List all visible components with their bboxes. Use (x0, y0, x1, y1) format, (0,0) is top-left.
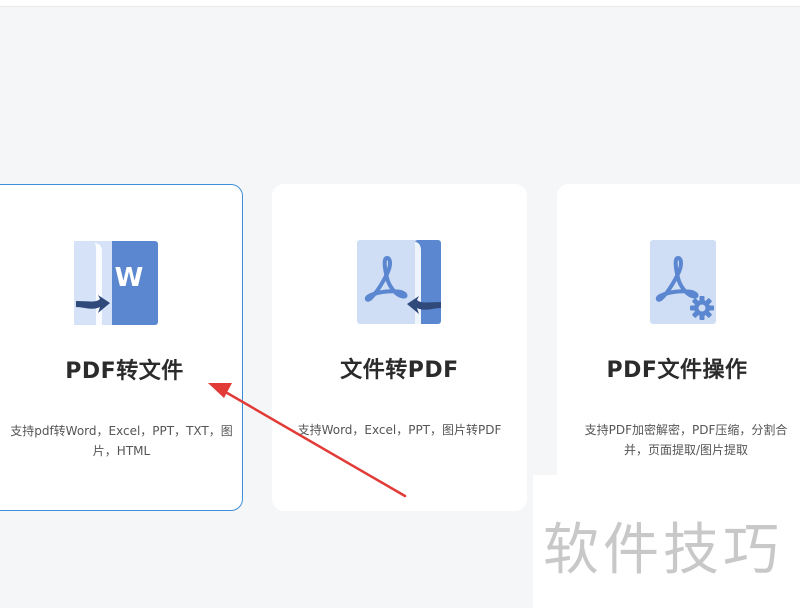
card-title: 文件转PDF (340, 358, 459, 383)
card-pdf-operations[interactable]: PDF文件操作 支持PDF加密解密，PDF压缩，分割合并，页面提取/图片提取 (557, 184, 800, 511)
card-title: PDF转文件 (65, 359, 184, 384)
top-strip (0, 0, 800, 7)
card-title: PDF文件操作 (606, 358, 748, 383)
watermark: 软件技巧 (543, 518, 783, 583)
card-pdf-to-file[interactable]: W PDF转文件 支持pdf转Word，Excel，PPT，TXT，图片，HTM… (0, 184, 243, 511)
card-description: 支持pdf转Word，Excel，PPT，TXT，图片，HTML (10, 424, 233, 458)
svg-text:W: W (115, 263, 144, 293)
file-to-pdf-icon (357, 240, 443, 326)
card-description: 支持Word，Excel，PPT，图片转PDF (297, 423, 502, 437)
card-description: 支持PDF加密解密，PDF压缩，分割合并，页面提取/图片提取 (584, 423, 788, 457)
pdf-to-word-icon: W (74, 241, 160, 327)
pdf-settings-icon (650, 240, 736, 326)
card-file-to-pdf[interactable]: 文件转PDF 支持Word，Excel，PPT，图片转PDF (272, 184, 527, 511)
